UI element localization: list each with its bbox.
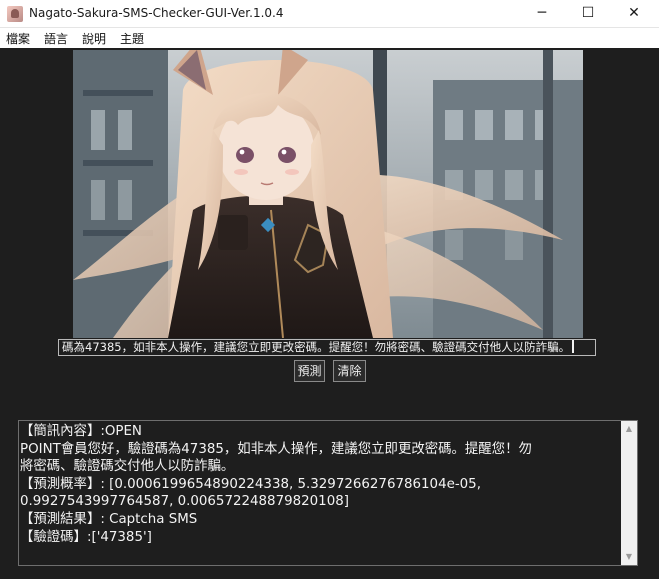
menu-language[interactable]: 語言 xyxy=(44,30,68,47)
scroll-up-arrow-icon[interactable]: ▲ xyxy=(621,421,637,437)
output-line-probability-1: 【預測概率】: [0.0006199654890224338, 5.329726… xyxy=(20,476,481,492)
minimize-button[interactable]: ─ xyxy=(519,0,565,27)
menu-bar: 檔案 語言 說明 主題 xyxy=(0,28,659,48)
output-line-sms-body-2: 將密碼、驗證碼交付他人以防詐騙。 xyxy=(20,459,235,475)
result-text: 【簡訊內容】:OPEN POINT會員您好，驗證碼為47385，如非本人操作，建… xyxy=(20,423,620,546)
output-line-sms-content: 【簡訊內容】:OPEN xyxy=(20,424,142,439)
sms-input-value: 碼為47385，如非本人操作，建議您立即更改密碼。提醒您！勿將密碼、驗證碼交付他… xyxy=(62,340,571,354)
clear-button[interactable]: 清除 xyxy=(333,360,366,382)
result-output-area[interactable]: 【簡訊內容】:OPEN POINT會員您好，驗證碼為47385，如非本人操作，建… xyxy=(18,420,638,566)
output-line-verification-code: 【驗證碼】:['47385'] xyxy=(20,529,152,545)
output-line-probability-2: 0.9927543997764587, 0.006572248879820108… xyxy=(20,494,349,510)
window-title: Nagato-Sakura-SMS-Checker-GUI-Ver.1.0.4 xyxy=(29,6,284,20)
close-button[interactable]: ✕ xyxy=(611,0,657,27)
maximize-button[interactable]: ☐ xyxy=(565,0,611,27)
sms-text-input[interactable]: 碼為47385，如非本人操作，建議您立即更改密碼。提醒您！勿將密碼、驗證碼交付他… xyxy=(58,339,596,356)
output-line-prediction-result: 【預測結果】: Captcha SMS xyxy=(20,511,198,527)
output-line-sms-body-1: POINT會員您好，驗證碼為47385，如非本人操作，建議您立即更改密碼。提醒您… xyxy=(20,441,532,457)
scroll-down-arrow-icon[interactable]: ▼ xyxy=(621,549,637,565)
predict-button[interactable]: 預測 xyxy=(294,360,325,382)
menu-file[interactable]: 檔案 xyxy=(6,30,30,47)
vertical-scrollbar[interactable]: ▲ ▼ xyxy=(621,421,637,565)
app-avatar-icon xyxy=(7,6,23,22)
title-bar: Nagato-Sakura-SMS-Checker-GUI-Ver.1.0.4 … xyxy=(0,0,659,28)
text-caret xyxy=(572,340,575,353)
menu-theme[interactable]: 主題 xyxy=(120,30,144,47)
anime-girl-illustration xyxy=(73,50,583,338)
menu-help[interactable]: 說明 xyxy=(82,30,106,47)
